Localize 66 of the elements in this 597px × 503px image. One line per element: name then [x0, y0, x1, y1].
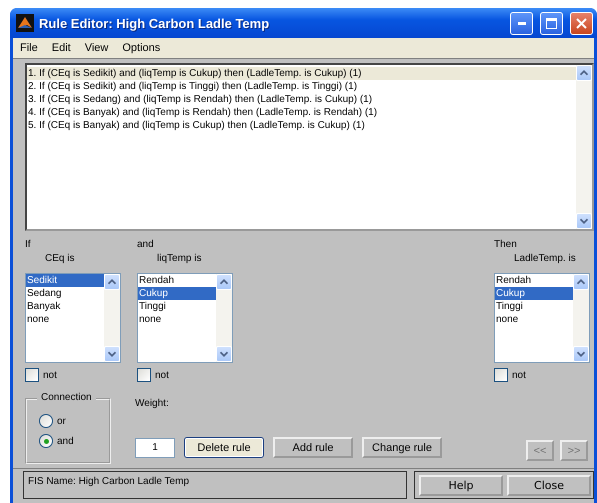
term-item[interactable]: none — [26, 313, 104, 326]
menu-item[interactable]: File — [20, 42, 38, 54]
group-title: Connection — [37, 392, 96, 403]
radio-button[interactable] — [39, 434, 53, 448]
rule-item[interactable]: 4. If (CEq is Banyak) and (liqTemp is Rendah) then (LadleTemp. is Rendah) (1) — [27, 106, 576, 119]
weight-field[interactable]: 1 — [135, 438, 175, 458]
close-icon — [576, 18, 587, 28]
footer-button[interactable]: Close — [507, 475, 591, 496]
radio-label: and — [57, 436, 74, 446]
scrollbar[interactable] — [576, 65, 592, 229]
menu-item[interactable]: Edit — [52, 42, 71, 54]
term-item[interactable]: Sedikit — [26, 274, 104, 287]
variable-label: LadleTemp. is — [513, 253, 577, 266]
term-item[interactable]: none — [138, 313, 216, 326]
term-item[interactable]: Tinggi — [495, 300, 573, 313]
app-logo-icon — [16, 14, 34, 32]
not-checkbox[interactable] — [25, 368, 39, 382]
term-item[interactable]: Tinggi — [138, 300, 216, 313]
variable-label: liqTemp is — [156, 253, 202, 266]
scroll-up-icon[interactable] — [573, 274, 589, 290]
rule-item[interactable]: 2. If (CEq is Sedikit) and (liqTemp is Tinggi) then (LadleTemp. is Tinggi) (1) — [27, 80, 576, 93]
minimize-icon — [518, 22, 526, 24]
scroll-down-icon[interactable] — [216, 346, 232, 362]
maximize-button[interactable] — [540, 12, 563, 34]
status-text: FIS Name: High Carbon Ladle Temp — [23, 471, 407, 499]
weight-label: Weight: — [135, 398, 170, 409]
checkbox-label: not — [43, 370, 57, 380]
term-item[interactable]: Sedang — [26, 287, 104, 300]
connective-label: and — [137, 239, 155, 252]
rule-button[interactable]: Change rule — [362, 437, 442, 458]
connective-label: If — [25, 239, 32, 252]
maximize-icon — [546, 18, 557, 28]
rule-item[interactable]: 1. If (CEq is Sedikit) and (liqTemp is Cukup) then (LadleTemp. is Cukup) (1) — [27, 67, 576, 80]
scroll-down-icon[interactable] — [104, 346, 120, 362]
connective-label: Then — [494, 239, 518, 252]
footer-button[interactable]: Help — [419, 475, 503, 496]
rule-button[interactable]: Add rule — [273, 437, 353, 458]
scroll-up-icon[interactable] — [104, 274, 120, 290]
scrollbar[interactable] — [216, 274, 232, 362]
not-checkbox[interactable] — [494, 368, 508, 382]
rule-item[interactable]: 3. If (CEq is Sedang) and (liqTemp is Rendah) then (LadleTemp. is Cukup) (1) — [27, 93, 576, 106]
scroll-up-icon[interactable] — [576, 65, 592, 81]
minimize-button[interactable] — [510, 12, 533, 34]
scrollbar[interactable] — [104, 274, 120, 362]
term-item[interactable]: Rendah — [138, 274, 216, 287]
close-button[interactable] — [570, 12, 593, 34]
rule-button[interactable]: Delete rule — [184, 437, 264, 458]
scroll-down-icon[interactable] — [573, 346, 589, 362]
term-item[interactable]: Cukup — [495, 287, 573, 300]
menu-item[interactable]: Options — [122, 42, 160, 54]
rule-item[interactable]: 5. If (CEq is Banyak) and (liqTemp is Cukup) then (LadleTemp. is Cukup) (1) — [27, 119, 576, 132]
radio-button[interactable] — [39, 414, 53, 428]
radio-label: or — [57, 416, 66, 426]
checkbox-label: not — [512, 370, 526, 380]
checkbox-label: not — [155, 370, 169, 380]
term-item[interactable]: none — [495, 313, 573, 326]
variable-label: CEq is — [44, 253, 76, 266]
term-item[interactable]: Cukup — [138, 287, 216, 300]
scroll-up-icon[interactable] — [216, 274, 232, 290]
term-item[interactable]: Banyak — [26, 300, 104, 313]
menu-item[interactable]: View — [84, 42, 108, 54]
term-item[interactable]: Rendah — [495, 274, 573, 287]
scrollbar[interactable] — [573, 274, 589, 362]
not-checkbox[interactable] — [137, 368, 151, 382]
window-title: Rule Editor: High Carbon Ladle Temp — [39, 16, 270, 30]
scroll-down-icon[interactable] — [576, 213, 592, 229]
